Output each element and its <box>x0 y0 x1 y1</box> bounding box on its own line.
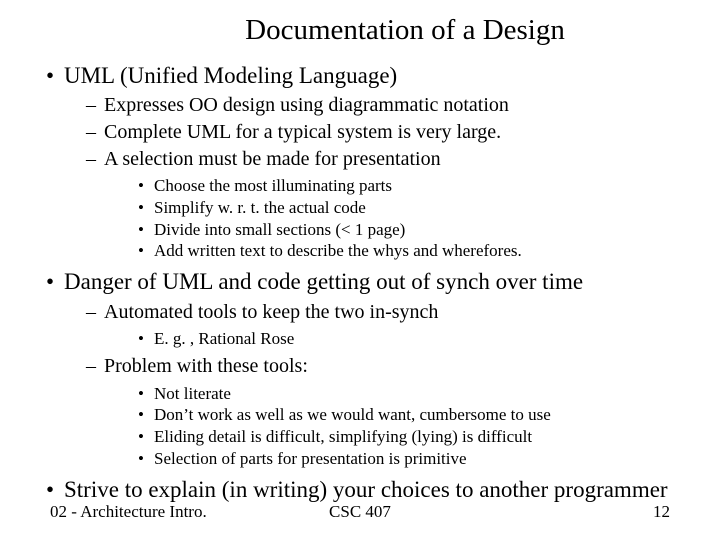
bullet-l1: Strive to explain (in writing) your choi… <box>46 475 692 504</box>
bullet-l3: Choose the most illuminating parts <box>138 175 692 197</box>
bullet-l3: E. g. , Rational Rose <box>138 328 692 350</box>
bullet-text: Add written text to describe the whys an… <box>154 241 522 260</box>
bullet-text: Divide into small sections (< 1 page) <box>154 220 405 239</box>
bullet-text: Choose the most illuminating parts <box>154 176 392 195</box>
bullet-text: Selection of parts for presentation is p… <box>154 449 467 468</box>
footer-left: 02 - Architecture Intro. <box>50 502 207 522</box>
bullet-list: UML (Unified Modeling Language) Expresse… <box>28 61 692 504</box>
slide: Documentation of a Design UML (Unified M… <box>0 0 720 540</box>
bullet-text: Eliding detail is difficult, simplifying… <box>154 427 532 446</box>
bullet-text: UML (Unified Modeling Language) <box>64 63 397 88</box>
bullet-l2: Automated tools to keep the two in-synch… <box>86 300 692 350</box>
bullet-l3: Don’t work as well as we would want, cum… <box>138 404 692 426</box>
bullet-text: Don’t work as well as we would want, cum… <box>154 405 551 424</box>
bullet-text: E. g. , Rational Rose <box>154 329 294 348</box>
bullet-text: Danger of UML and code getting out of sy… <box>64 269 583 294</box>
bullet-text: Simplify w. r. t. the actual code <box>154 198 366 217</box>
bullet-text: Expresses OO design using diagrammatic n… <box>104 94 509 116</box>
bullet-text: Not literate <box>154 384 231 403</box>
bullet-l3: Selection of parts for presentation is p… <box>138 448 692 470</box>
bullet-l2: Complete UML for a typical system is ver… <box>86 120 692 146</box>
bullet-l3: Eliding detail is difficult, simplifying… <box>138 426 692 448</box>
bullet-text: Complete UML for a typical system is ver… <box>104 121 501 143</box>
bullet-l1: Danger of UML and code getting out of sy… <box>46 267 692 469</box>
bullet-l3: Simplify w. r. t. the actual code <box>138 197 692 219</box>
bullet-list-l3: E. g. , Rational Rose <box>104 328 692 350</box>
bullet-l3: Not literate <box>138 383 692 405</box>
bullet-l2: A selection must be made for presentatio… <box>86 147 692 263</box>
bullet-l1: UML (Unified Modeling Language) Expresse… <box>46 61 692 262</box>
footer-right: 12 <box>653 502 670 522</box>
bullet-text: A selection must be made for presentatio… <box>104 148 441 170</box>
bullet-text: Strive to explain (in writing) your choi… <box>64 477 668 502</box>
bullet-text: Problem with these tools: <box>104 355 308 377</box>
bullet-l2: Expresses OO design using diagrammatic n… <box>86 93 692 119</box>
bullet-l3: Add written text to describe the whys an… <box>138 240 692 262</box>
bullet-list-l2: Expresses OO design using diagrammatic n… <box>64 93 692 262</box>
bullet-list-l3: Not literate Don’t work as well as we wo… <box>104 383 692 470</box>
footer-center: CSC 407 <box>329 502 391 522</box>
bullet-l3: Divide into small sections (< 1 page) <box>138 219 692 241</box>
slide-title: Documentation of a Design <box>28 14 692 47</box>
bullet-list-l3: Choose the most illuminating parts Simpl… <box>104 175 692 262</box>
bullet-list-l2: Automated tools to keep the two in-synch… <box>64 300 692 470</box>
footer: 02 - Architecture Intro. CSC 407 12 <box>0 502 720 522</box>
bullet-l2: Problem with these tools: Not literate D… <box>86 354 692 470</box>
bullet-text: Automated tools to keep the two in-synch <box>104 301 438 323</box>
